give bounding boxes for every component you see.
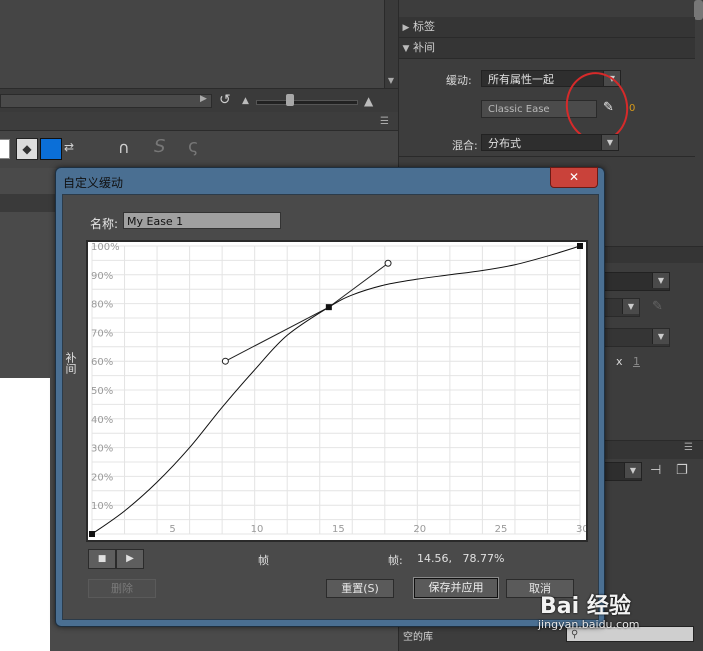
y-tick-label: 40% — [91, 415, 113, 426]
keyframe-point[interactable] — [325, 304, 332, 311]
stage-canvas[interactable] — [0, 378, 50, 651]
fill-color-swatch[interactable] — [40, 138, 62, 160]
ease-value-link[interactable]: 0 — [629, 103, 635, 114]
straighten-icon[interactable]: ς — [188, 136, 199, 157]
stop-button[interactable]: ■ — [88, 549, 116, 569]
blend-label: 混合: — [452, 139, 478, 152]
x-tick-label: 25 — [495, 524, 508, 535]
x-label: x — [616, 355, 623, 368]
property-dropdown-disabled: ▼ — [602, 328, 670, 347]
library-dropdown[interactable]: ▼ — [602, 462, 642, 481]
panel-subsection-header — [600, 246, 703, 263]
tools-header — [0, 112, 398, 130]
pin-icon[interactable]: ⊣ — [650, 463, 661, 478]
panel-menu-icon[interactable]: ☰ — [684, 442, 693, 453]
close-button[interactable]: ✕ — [550, 167, 598, 188]
y-tick-label: 80% — [91, 300, 113, 311]
x-axis-title: 帧 — [258, 554, 269, 567]
section-label[interactable]: ▶ 标签 — [399, 17, 695, 38]
chevron-down-icon: ▼ — [622, 299, 639, 314]
property-dropdown[interactable]: ▼ — [602, 272, 670, 291]
section-tween[interactable]: ▼ 补间 — [399, 38, 695, 59]
delete-button: 删除 — [88, 579, 156, 598]
x-value[interactable]: 1 — [633, 355, 640, 368]
scroll-right-arrow-icon[interactable]: ▶ — [200, 94, 207, 104]
scroll-down-arrow-icon[interactable]: ▼ — [386, 76, 396, 86]
frame-readout-value: 14.56, 78.77% — [417, 552, 505, 565]
library-empty-label: 空的库 — [403, 632, 433, 643]
y-tick-label: 10% — [91, 501, 113, 512]
x-tick-label: 20 — [413, 524, 426, 535]
new-library-icon[interactable]: ❐ — [676, 463, 688, 478]
edit-pencil-icon: ✎ — [652, 299, 663, 314]
keyframe-point[interactable] — [89, 531, 95, 537]
collapse-arrow-icon: ▼ — [402, 44, 410, 54]
y-axis-title: 补间 — [64, 352, 77, 374]
y-tick-label: 90% — [91, 271, 113, 282]
graph-background — [88, 242, 586, 540]
y-tick-label: 50% — [91, 386, 113, 397]
vertical-scrollbar[interactable] — [384, 0, 399, 88]
loop-icon[interactable]: ↺ — [219, 92, 235, 108]
stroke-color-swatch[interactable] — [0, 139, 10, 159]
save-and-apply-button[interactable]: 保存并应用 — [413, 577, 499, 599]
y-tick-label: 30% — [91, 444, 113, 455]
chevron-down-icon: ▼ — [652, 273, 669, 288]
swap-colors-icon[interactable]: ⇄ — [64, 140, 74, 154]
ease-label: 缓动: — [446, 74, 472, 87]
baidu-watermark-url: jingyan.baidu.com — [538, 618, 640, 631]
expand-arrow-icon: ▶ — [402, 23, 410, 33]
chevron-down-icon: ▼ — [601, 135, 618, 150]
panel-menu-icon[interactable]: ☰ — [380, 116, 389, 127]
snap-magnet-icon[interactable]: ∩ — [118, 138, 130, 157]
y-tick-label: 100% — [91, 242, 120, 253]
name-label: 名称: — [90, 217, 119, 231]
ease-curve-graph[interactable]: 10% 20% 30% 40% 50% 60% 70% 80% 90% 100% 5 10 15 20 25… — [88, 242, 586, 540]
x-tick-label: 10 — [251, 524, 264, 535]
play-button[interactable]: ▶ — [116, 549, 144, 569]
tangent-handle[interactable] — [384, 259, 392, 267]
chevron-down-icon: ▼ — [652, 329, 669, 344]
zoom-in-icon[interactable]: ▲ — [364, 94, 373, 108]
timeline-layers-area — [0, 0, 384, 88]
x-tick-label: 5 — [169, 524, 175, 535]
zoom-slider-thumb[interactable] — [286, 94, 294, 106]
y-tick-label: 20% — [91, 472, 113, 483]
smooth-icon[interactable]: S — [154, 136, 165, 157]
zoom-slider-track[interactable] — [256, 100, 358, 105]
paint-bucket-icon[interactable]: ◆ — [16, 138, 38, 160]
panel-scrollbar-thumb[interactable] — [694, 0, 703, 20]
baidu-watermark-logo: Bai 经验 — [540, 594, 631, 619]
panel-divider — [399, 156, 695, 157]
ease-name-input[interactable]: My Ease 1 — [123, 212, 281, 229]
timeline-horizontal-scrollbar[interactable] — [0, 94, 212, 108]
reset-button[interactable]: 重置(S) — [326, 579, 394, 598]
chevron-down-icon: ▼ — [624, 463, 641, 478]
frame-readout-label: 帧: — [388, 554, 403, 567]
x-tick-label: 30 — [576, 524, 586, 535]
y-tick-label: 70% — [91, 328, 113, 339]
keyframe-point[interactable] — [577, 243, 583, 249]
y-tick-label: 60% — [91, 357, 113, 368]
dialog-title: 自定义缓动 — [63, 176, 124, 190]
blend-dropdown[interactable]: 分布式 ▼ — [481, 134, 619, 151]
zoom-out-icon[interactable]: ▲ — [242, 96, 249, 106]
tangent-handle[interactable] — [221, 357, 229, 365]
x-tick-label: 15 — [332, 524, 345, 535]
property-dropdown-disabled: ▼ — [602, 298, 640, 317]
